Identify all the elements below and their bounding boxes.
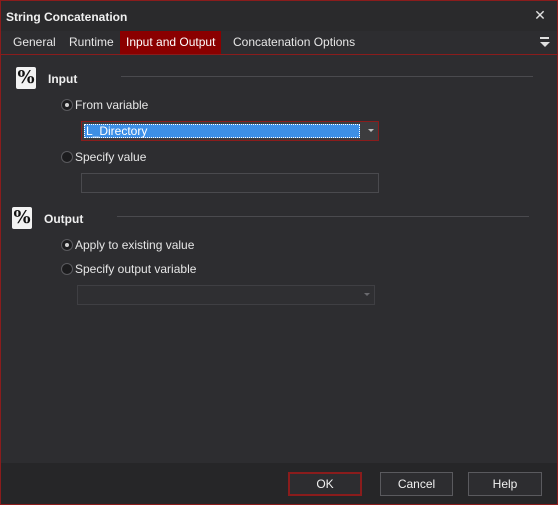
dialog-footer: OK Cancel Help — [1, 463, 557, 504]
tab-general[interactable]: General — [7, 31, 62, 54]
chevron-down-icon — [364, 293, 370, 296]
help-button[interactable]: Help — [468, 472, 542, 496]
chevron-down-icon[interactable] — [368, 129, 374, 132]
cancel-button[interactable]: Cancel — [380, 472, 453, 496]
tab-runtime[interactable]: Runtime — [63, 31, 120, 54]
specify-value-input[interactable] — [81, 173, 379, 193]
input-section-divider — [121, 76, 533, 77]
input-section-title: Input — [48, 72, 78, 86]
specify-value-label: Specify value — [75, 150, 147, 164]
window-title: String Concatenation — [6, 10, 128, 24]
tab-content: % Input From variable L_Directory Specif… — [1, 55, 557, 463]
ok-button[interactable]: OK — [288, 472, 362, 496]
specify-output-label: Specify output variable — [75, 262, 197, 276]
output-section-title: Output — [44, 212, 84, 226]
tab-input-and-output[interactable]: Input and Output — [120, 31, 222, 54]
from-variable-radio-button[interactable] — [61, 99, 73, 111]
tab-bar: General Runtime Input and Output Concate… — [1, 31, 557, 55]
percent-icon: % — [12, 207, 32, 229]
specify-value-radio-button[interactable] — [61, 151, 73, 163]
tab-concatenation-options[interactable]: Concatenation Options — [227, 31, 361, 54]
output-section-divider — [117, 216, 529, 217]
dialog-window: String Concatenation ✕ General Runtime I… — [0, 0, 558, 505]
from-variable-label: From variable — [75, 98, 149, 112]
output-variable-select[interactable] — [77, 285, 375, 305]
title-bar: String Concatenation ✕ — [1, 1, 557, 31]
apply-existing-label: Apply to existing value — [75, 238, 195, 252]
percent-icon: % — [16, 67, 36, 89]
close-icon[interactable]: ✕ — [532, 7, 548, 23]
specify-output-radio[interactable]: Specify output variable — [61, 262, 201, 278]
specify-output-radio-button[interactable] — [61, 263, 73, 275]
tab-overflow-menu-icon[interactable] — [539, 35, 551, 49]
apply-existing-radio-button[interactable] — [61, 239, 73, 251]
specify-value-radio[interactable]: Specify value — [61, 150, 181, 166]
variable-select[interactable]: L_Directory — [81, 121, 379, 141]
apply-existing-radio[interactable]: Apply to existing value — [61, 238, 201, 254]
variable-select-value: L_Directory — [84, 124, 360, 138]
from-variable-radio[interactable]: From variable — [61, 98, 181, 114]
